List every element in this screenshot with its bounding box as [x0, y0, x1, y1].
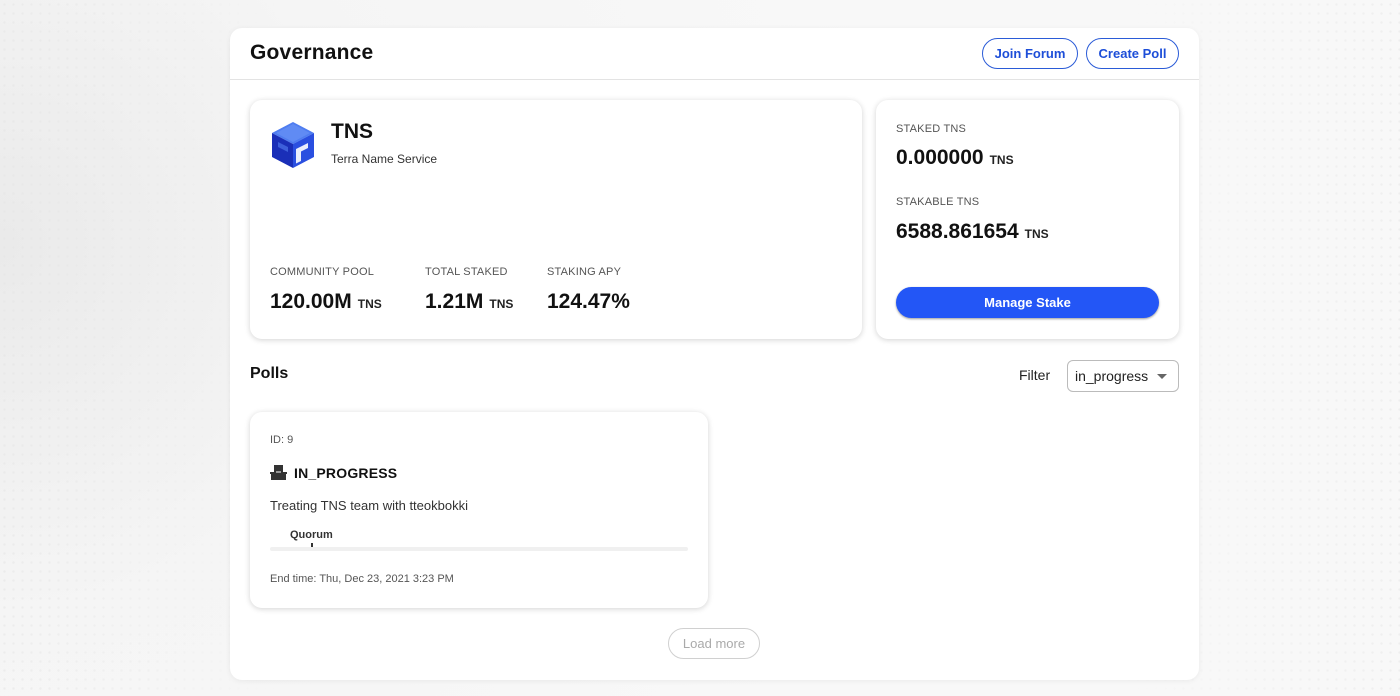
poll-status: IN_PROGRESS [294, 465, 398, 481]
token-symbol: TNS [331, 120, 373, 143]
stat-value: 124.47% [547, 290, 630, 313]
load-more-button[interactable]: Load more [668, 628, 760, 659]
stat-unit: TNS [357, 297, 382, 311]
join-forum-button[interactable]: Join Forum [982, 38, 1078, 69]
caret-down-icon [1157, 374, 1167, 379]
vote-progress-bar [270, 547, 688, 551]
stat-value: 1.21M [425, 290, 484, 313]
staked-amount: 0.000000 TNS [896, 146, 1014, 170]
tns-logo-icon [270, 120, 316, 170]
stakable-value: 6588.861654 [896, 220, 1019, 243]
staking-card: STAKED TNS 0.000000 TNS STAKABLE TNS 6588… [876, 100, 1179, 339]
stat-label: COMMUNITY POOL [270, 266, 375, 278]
staked-value: 0.000000 [896, 146, 984, 169]
staked-label: STAKED TNS [896, 123, 967, 135]
poll-card[interactable]: ID: 9 IN_PROGRESS Treating TNS team with… [250, 412, 708, 608]
page-title: Governance [250, 41, 374, 64]
poll-filter-value: in_progress [1075, 368, 1149, 384]
poll-end-time: End time: Thu, Dec 23, 2021 3:23 PM [270, 573, 454, 585]
quorum-label: Quorum [290, 529, 333, 541]
stakable-unit: TNS [1024, 227, 1049, 241]
token-overview-card: TNS Terra Name Service COMMUNITY POOL 12… [250, 100, 862, 339]
page-header: Governance Join Forum Create Poll [230, 28, 1199, 80]
stat-community-pool: COMMUNITY POOL 120.00M TNS [270, 266, 382, 314]
stat-label: STAKING APY [547, 266, 622, 278]
stat-value: 120.00M [270, 290, 352, 313]
manage-stake-button[interactable]: Manage Stake [896, 287, 1159, 318]
filter-label: Filter [1019, 367, 1051, 383]
poll-title: Treating TNS team with tteokbokki [270, 498, 468, 513]
stat-unit: TNS [489, 297, 514, 311]
poll-id: ID: 9 [270, 434, 294, 446]
polls-title: Polls [250, 365, 289, 382]
token-name: Terra Name Service [331, 152, 438, 166]
stakable-label: STAKABLE TNS [896, 196, 980, 208]
poll-filter-select[interactable]: in_progress [1067, 360, 1179, 392]
stakable-amount: 6588.861654 TNS [896, 220, 1049, 244]
staked-unit: TNS [989, 153, 1014, 167]
create-poll-button[interactable]: Create Poll [1086, 38, 1179, 69]
stat-staking-apy: STAKING APY 124.47% [547, 266, 630, 314]
stat-label: TOTAL STAKED [425, 266, 508, 278]
ballot-box-icon [270, 465, 287, 480]
governance-panel: Governance Join Forum Create Poll TNS Te… [230, 28, 1199, 680]
stat-total-staked: TOTAL STAKED 1.21M TNS [425, 266, 513, 314]
